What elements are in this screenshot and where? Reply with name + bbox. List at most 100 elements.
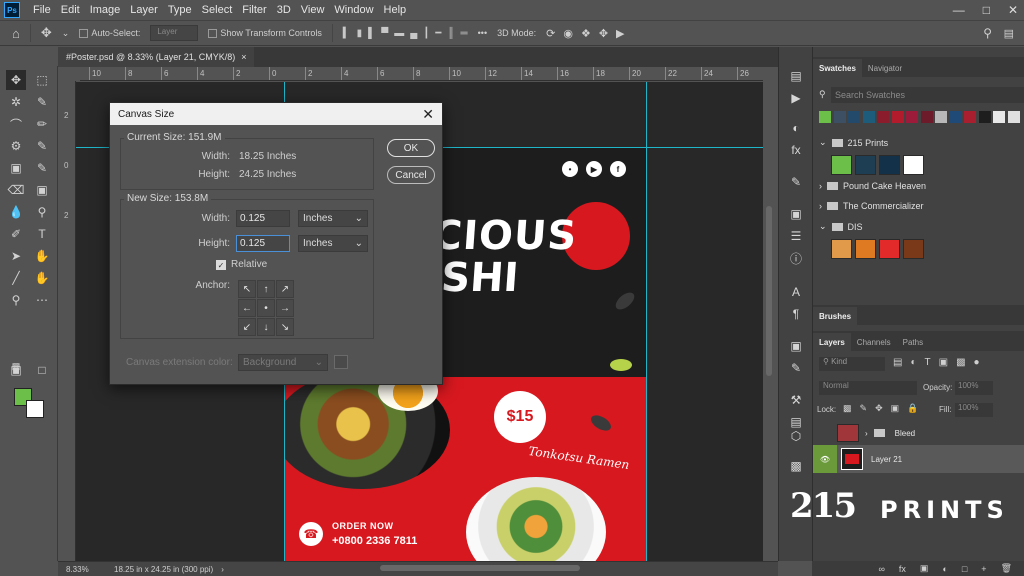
- eyedropper-tool-icon[interactable]: ✏: [32, 114, 52, 134]
- add-mask-icon[interactable]: ▣: [920, 563, 929, 574]
- filter-toggle-icon[interactable]: ●: [974, 357, 980, 368]
- crop-tool-icon[interactable]: ⌒: [6, 114, 26, 134]
- history-icon[interactable]: ▤: [787, 67, 805, 85]
- align-left-icon[interactable]: ▍: [343, 28, 351, 39]
- auto-select-checkbox[interactable]: Auto-Select:: [79, 28, 140, 39]
- zoom-level[interactable]: 8.33%: [58, 565, 108, 574]
- tab-paths[interactable]: Paths: [897, 333, 929, 351]
- dodge-tool-icon[interactable]: ⚲: [32, 202, 52, 222]
- tools-icon[interactable]: ⚒: [787, 391, 805, 409]
- swatch[interactable]: [906, 111, 918, 123]
- swatch[interactable]: [903, 239, 924, 259]
- info-icon[interactable]: ⓘ: [787, 249, 805, 267]
- cancel-button[interactable]: Cancel: [387, 166, 435, 184]
- layer-row-selected[interactable]: 👁 Layer 21: [813, 445, 1024, 473]
- blur-tool-icon[interactable]: 💧: [6, 202, 26, 222]
- menu-window[interactable]: Window: [329, 0, 378, 20]
- eraser-tool-icon[interactable]: ⌫: [6, 180, 26, 200]
- edit-toolbar-icon[interactable]: ⋯: [32, 290, 52, 310]
- blend-mode-dropdown[interactable]: Normal: [819, 381, 917, 395]
- type-filter-icon[interactable]: T: [925, 357, 931, 368]
- distribute-icon[interactable]: ┃: [423, 28, 429, 39]
- align-middle-icon[interactable]: ▬: [394, 28, 404, 39]
- anchor-bottom-right[interactable]: ↘: [276, 318, 294, 336]
- tool-preset-chevron-icon[interactable]: ⌄: [62, 28, 70, 39]
- swatch[interactable]: [855, 155, 876, 175]
- anchor-bottom[interactable]: ↓: [257, 318, 275, 336]
- background-color-swatch[interactable]: [26, 400, 44, 418]
- minimize-icon[interactable]: —: [953, 3, 965, 17]
- chevron-down-icon[interactable]: ⌄: [819, 221, 827, 232]
- swatch[interactable]: [891, 111, 904, 123]
- pan-3d-icon[interactable]: ❖: [581, 27, 591, 40]
- brush-tool-icon[interactable]: ✎: [32, 136, 52, 156]
- swatch-group[interactable]: ⌄ 215 Prints: [819, 137, 888, 148]
- anchor-left[interactable]: ←: [238, 299, 256, 317]
- relative-checkbox[interactable]: ✓: [216, 260, 226, 270]
- artboard-lock-icon[interactable]: ▣: [891, 403, 900, 414]
- close-window-icon[interactable]: ✕: [1008, 3, 1018, 17]
- swatch[interactable]: [978, 111, 991, 123]
- swatch-group[interactable]: › The Commercializer: [819, 201, 924, 211]
- distribute-h-icon[interactable]: ║: [447, 28, 454, 39]
- swatch[interactable]: [855, 239, 876, 259]
- camera-3d-icon[interactable]: ▶: [616, 27, 624, 40]
- chevron-right-icon[interactable]: ›: [819, 201, 822, 211]
- lock-position-icon[interactable]: ✥: [875, 403, 883, 414]
- paragraph-icon[interactable]: ¶: [787, 305, 805, 323]
- healing-brush-tool-icon[interactable]: ⚙: [6, 136, 26, 156]
- move-tool-icon[interactable]: ✥: [6, 70, 26, 90]
- align-top-icon[interactable]: ▀: [381, 28, 388, 39]
- anchor-center[interactable]: •: [257, 299, 275, 317]
- swatch[interactable]: [862, 111, 875, 123]
- extension-color-dropdown[interactable]: Background ⌄: [238, 354, 328, 371]
- orbit-3d-icon[interactable]: ⟳: [546, 27, 555, 40]
- move-tool-icon[interactable]: ✥: [41, 25, 52, 41]
- marquee-tool-icon[interactable]: ⬚: [32, 70, 52, 90]
- guide-line[interactable]: [646, 82, 647, 561]
- slide-3d-icon[interactable]: ✥: [599, 27, 608, 40]
- extension-color-swatch[interactable]: [334, 355, 348, 369]
- ok-button[interactable]: OK: [387, 139, 435, 157]
- add-style-icon[interactable]: fx: [899, 564, 906, 574]
- align-bottom-icon[interactable]: ▄: [410, 28, 417, 39]
- swatch[interactable]: [831, 239, 852, 259]
- menu-select[interactable]: Select: [197, 0, 238, 20]
- swatch[interactable]: [831, 155, 852, 175]
- horizontal-ruler[interactable]: 1086420246810121416182022242628: [80, 67, 763, 81]
- clone-stamp-tool-icon[interactable]: ▣: [6, 158, 26, 178]
- actions-icon[interactable]: ▶: [787, 89, 805, 107]
- lock-all-icon[interactable]: 🔒: [907, 403, 918, 414]
- notes-icon[interactable]: ✎: [787, 359, 805, 377]
- swatch[interactable]: [1007, 111, 1020, 123]
- zoom-tool-icon[interactable]: ⚲: [6, 290, 26, 310]
- line-tool-icon[interactable]: ╱: [6, 268, 26, 288]
- styles-icon[interactable]: fx: [787, 141, 805, 159]
- shape-filter-icon[interactable]: ▣: [939, 357, 948, 368]
- search-icon[interactable]: ⚲: [983, 26, 992, 40]
- chevron-down-icon[interactable]: ⌄: [819, 137, 827, 148]
- ruler-origin[interactable]: [62, 67, 80, 81]
- layer-row[interactable]: › Bleed: [813, 419, 1024, 447]
- adjustment-layer-icon[interactable]: ◐: [942, 564, 947, 574]
- 3d-icon[interactable]: ⬡: [787, 427, 805, 445]
- timeline-icon[interactable]: ▩: [787, 457, 805, 475]
- path-selection-tool-icon[interactable]: ➤: [6, 246, 26, 266]
- opacity-input[interactable]: 100%: [955, 381, 993, 395]
- vertical-scrollbar[interactable]: [766, 206, 772, 376]
- menu-image[interactable]: Image: [85, 0, 126, 20]
- new-group-icon[interactable]: □: [962, 564, 967, 574]
- anchor-right[interactable]: →: [276, 299, 294, 317]
- swatch[interactable]: [964, 111, 976, 123]
- maximize-icon[interactable]: □: [983, 3, 990, 17]
- distribute-spacing-icon[interactable]: ═: [461, 28, 468, 39]
- menu-view[interactable]: View: [296, 0, 330, 20]
- new-layer-icon[interactable]: +: [981, 564, 986, 574]
- swatch[interactable]: [879, 239, 900, 259]
- gradient-tool-icon[interactable]: ▣: [32, 180, 52, 200]
- smart-filter-icon[interactable]: ▩: [956, 357, 965, 368]
- type-tool-icon[interactable]: T: [32, 224, 52, 244]
- menu-help[interactable]: Help: [379, 0, 412, 20]
- document-tab[interactable]: #Poster.psd @ 8.33% (Layer 21, CMYK/8) ×: [58, 47, 254, 67]
- hand-tool-icon[interactable]: ✋: [32, 246, 52, 266]
